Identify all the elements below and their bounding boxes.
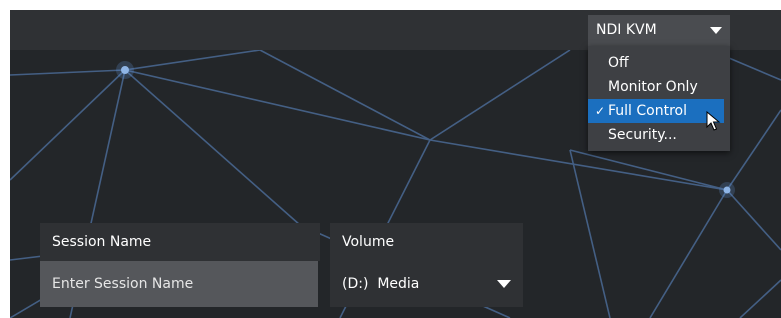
volume-dropdown-value: (D:) Media [342, 276, 420, 292]
menu-item-label: Full Control [608, 103, 687, 119]
volume-label-bar: Volume [330, 223, 523, 261]
menu-item-label: Security... [608, 127, 677, 143]
top-bar: NDI KVM [10, 10, 781, 50]
menu-item-monitor-only[interactable]: Monitor Only [588, 75, 730, 99]
menu-item-full-control[interactable]: ✓ Full Control [588, 99, 724, 123]
checkmark-icon: ✓ [595, 104, 606, 118]
volume-label: Volume [342, 234, 395, 250]
session-name-label-bar: Session Name [40, 223, 320, 261]
mouse-pointer-icon [706, 111, 721, 131]
ndi-kvm-dropdown-value: NDI KVM [596, 22, 657, 38]
session-name-label: Session Name [52, 234, 152, 250]
session-name-input[interactable] [40, 261, 318, 307]
volume-dropdown[interactable]: (D:) Media [330, 261, 523, 307]
menu-item-off[interactable]: Off [588, 51, 730, 75]
app-window: NDI KVM Off Monitor Only ✓ Full Control … [10, 10, 781, 318]
chevron-down-icon [710, 27, 722, 34]
menu-item-label: Monitor Only [608, 79, 698, 95]
ndi-kvm-dropdown[interactable]: NDI KVM [588, 15, 730, 46]
menu-item-label: Off [608, 55, 629, 71]
chevron-down-icon [497, 280, 511, 288]
ndi-kvm-menu: Off Monitor Only ✓ Full Control Security… [588, 46, 730, 151]
